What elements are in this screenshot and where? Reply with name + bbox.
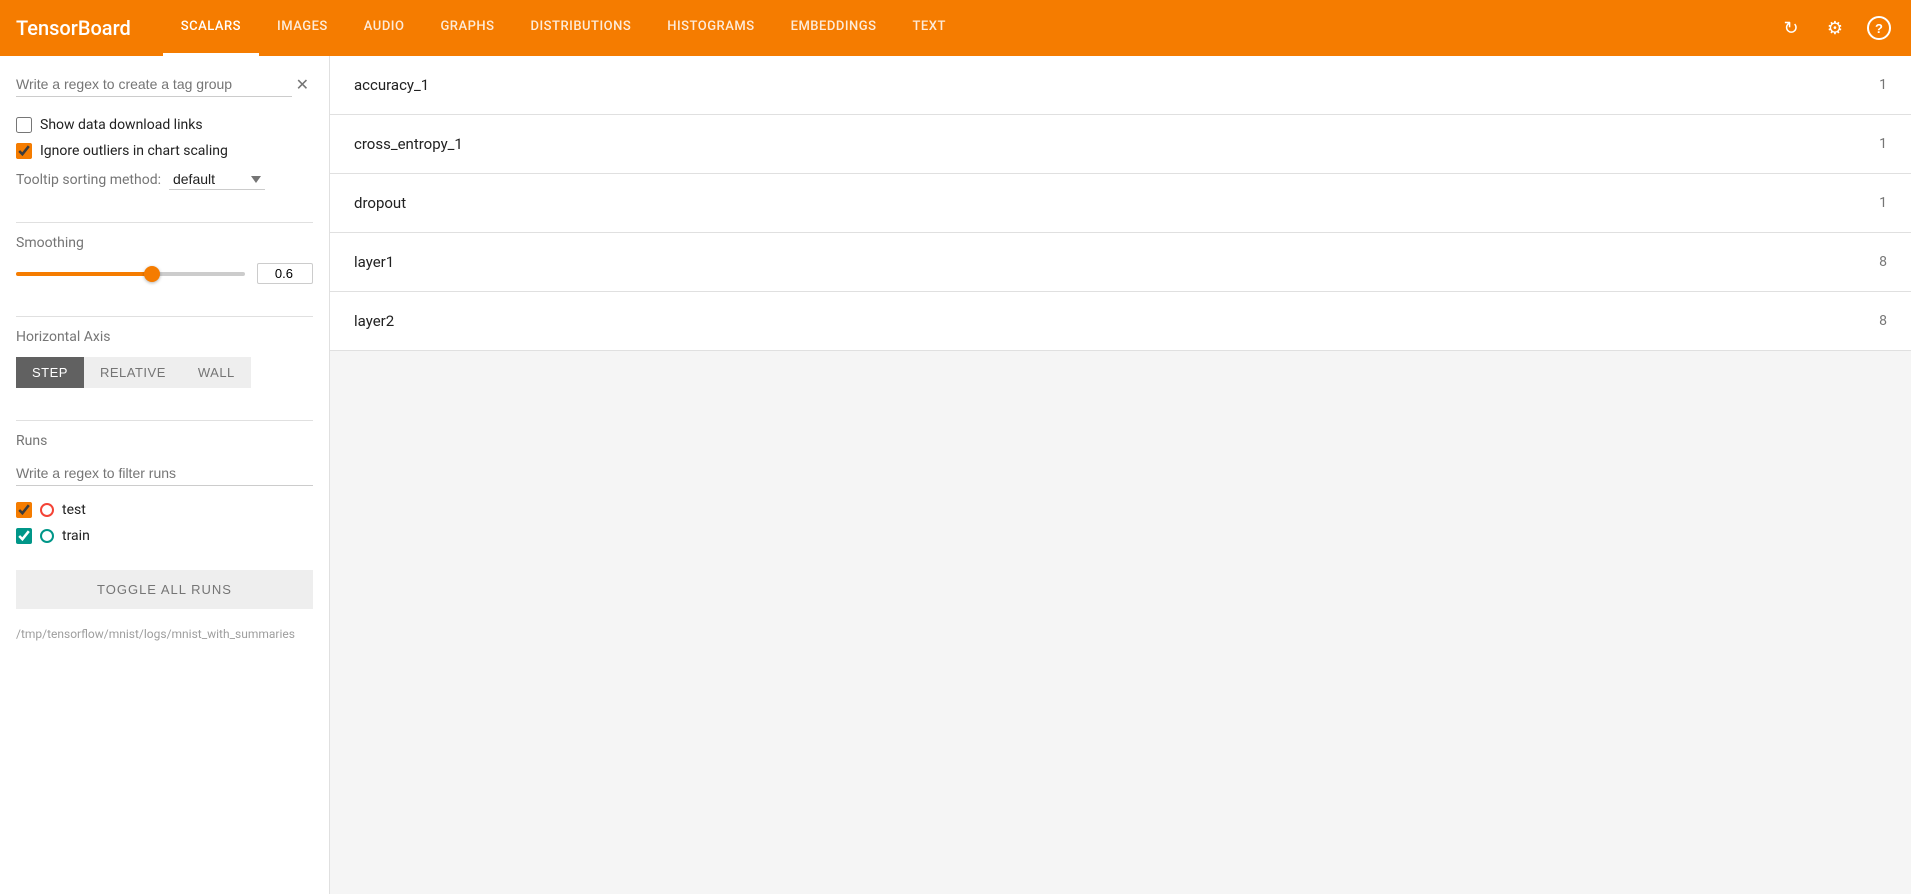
tag-name-cross_entropy_1: cross_entropy_1 — [354, 135, 1879, 153]
topnav: TensorBoard SCALARSIMAGESAUDIOGRAPHSDIST… — [0, 0, 1911, 56]
toggle-all-runs-button[interactable]: TOGGLE ALL RUNS — [16, 570, 313, 609]
refresh-button[interactable]: ↻ — [1775, 12, 1807, 44]
nav-link-text[interactable]: TEXT — [894, 0, 963, 56]
logdir-path: /tmp/tensorflow/mnist/logs/mnist_with_su… — [16, 625, 313, 643]
sidebar: ✕ Show data download links Ignore outlie… — [0, 56, 330, 894]
smoothing-value-input[interactable] — [257, 263, 313, 284]
ignore-outliers-label[interactable]: Ignore outliers in chart scaling — [40, 143, 228, 159]
run-item-train: train — [16, 528, 313, 544]
runs-label: Runs — [16, 433, 313, 449]
help-icon: ? — [1867, 16, 1891, 40]
nav-link-images[interactable]: IMAGES — [259, 0, 346, 56]
tag-count-layer2: 8 — [1879, 313, 1887, 329]
refresh-icon: ↻ — [1783, 18, 1798, 39]
run-color-test — [40, 503, 54, 517]
nav-link-histograms[interactable]: HISTOGRAMS — [649, 0, 772, 56]
tag-row-cross_entropy_1[interactable]: cross_entropy_11 — [330, 115, 1911, 174]
nav-links: SCALARSIMAGESAUDIOGRAPHSDISTRIBUTIONSHIS… — [163, 0, 1775, 56]
tag-count-cross_entropy_1: 1 — [1879, 136, 1887, 152]
help-button[interactable]: ? — [1863, 12, 1895, 44]
ignore-outliers-row: Ignore outliers in chart scaling — [16, 143, 313, 159]
tag-count-accuracy_1: 1 — [1879, 77, 1887, 93]
close-icon: ✕ — [296, 77, 309, 94]
clear-tag-regex-button[interactable]: ✕ — [292, 73, 313, 97]
tag-row-dropout[interactable]: dropout1 — [330, 174, 1911, 233]
tag-name-accuracy_1: accuracy_1 — [354, 76, 1879, 94]
tooltip-sorting-label: Tooltip sorting method: — [16, 172, 161, 188]
tag-count-dropout: 1 — [1879, 195, 1887, 211]
axis-buttons: STEP RELATIVE WALL — [16, 357, 313, 388]
nav-link-audio[interactable]: AUDIO — [346, 0, 423, 56]
run-checkbox-train[interactable] — [16, 528, 32, 544]
brand-logo: TensorBoard — [16, 16, 131, 40]
gear-icon: ⚙ — [1827, 18, 1843, 39]
axis-label: Horizontal Axis — [16, 329, 313, 345]
run-item-test: test — [16, 502, 313, 518]
tag-row-accuracy_1[interactable]: accuracy_11 — [330, 56, 1911, 115]
settings-button[interactable]: ⚙ — [1819, 12, 1851, 44]
run-checkbox-test[interactable] — [16, 502, 32, 518]
filter-runs-input[interactable] — [16, 461, 313, 486]
tag-row-layer2[interactable]: layer28 — [330, 292, 1911, 351]
nav-link-scalars[interactable]: SCALARS — [163, 0, 259, 56]
tag-name-layer2: layer2 — [354, 312, 1879, 330]
tag-count-layer1: 8 — [1879, 254, 1887, 270]
axis-section: Horizontal Axis STEP RELATIVE WALL — [16, 329, 313, 388]
axis-relative-button[interactable]: RELATIVE — [84, 357, 182, 388]
sidebar-divider-2 — [16, 316, 313, 317]
tag-row-layer1[interactable]: layer18 — [330, 233, 1911, 292]
tag-name-dropout: dropout — [354, 194, 1879, 212]
run-label-test[interactable]: test — [62, 502, 86, 518]
show-download-label[interactable]: Show data download links — [40, 117, 203, 133]
sidebar-divider-1 — [16, 222, 313, 223]
main-content: accuracy_11cross_entropy_11dropout1layer… — [330, 56, 1911, 894]
nav-link-distributions[interactable]: DISTRIBUTIONS — [513, 0, 650, 56]
axis-wall-button[interactable]: WALL — [182, 357, 251, 388]
nav-link-embeddings[interactable]: EMBEDDINGS — [773, 0, 895, 56]
show-download-checkbox[interactable] — [16, 117, 32, 133]
nav-link-graphs[interactable]: GRAPHS — [422, 0, 512, 56]
run-color-train — [40, 529, 54, 543]
smoothing-label: Smoothing — [16, 235, 313, 251]
tag-regex-input[interactable] — [16, 72, 292, 97]
tooltip-sorting-select[interactable]: default descending ascending nearest — [169, 169, 265, 190]
runs-section: Runs test train — [16, 433, 313, 554]
tooltip-row: Tooltip sorting method: default descendi… — [16, 169, 313, 190]
smoothing-controls — [16, 263, 313, 284]
smoothing-section: Smoothing — [16, 235, 313, 284]
run-label-train[interactable]: train — [62, 528, 90, 544]
sidebar-divider-3 — [16, 420, 313, 421]
axis-step-button[interactable]: STEP — [16, 357, 84, 388]
show-download-row: Show data download links — [16, 117, 313, 133]
smoothing-slider[interactable] — [16, 272, 245, 276]
app-layout: ✕ Show data download links Ignore outlie… — [0, 56, 1911, 894]
ignore-outliers-checkbox[interactable] — [16, 143, 32, 159]
topnav-actions: ↻ ⚙ ? — [1775, 12, 1895, 44]
tag-regex-row: ✕ — [16, 72, 313, 97]
tag-name-layer1: layer1 — [354, 253, 1879, 271]
